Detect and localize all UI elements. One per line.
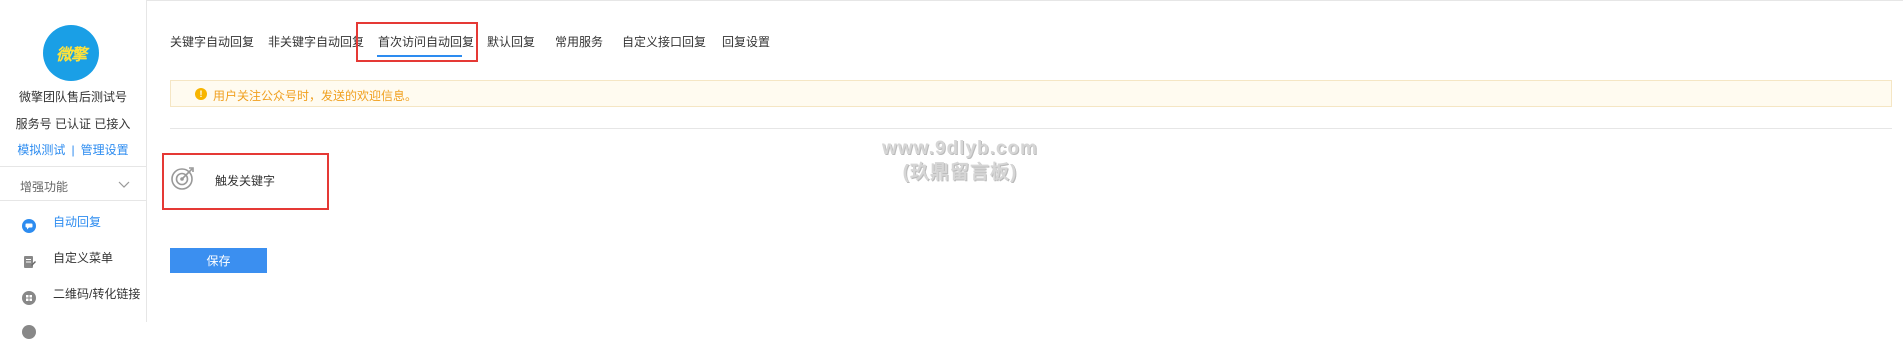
watermark: www.9dlyb.com (玖鼎留言板) [860, 137, 1060, 185]
watermark-line-2: (玖鼎留言板) [902, 162, 1018, 183]
sidebar-item-custom-menu[interactable]: 自定义菜单 [0, 244, 146, 272]
chevron-down-icon [118, 178, 130, 192]
sidebar: 微擎 微擎团队售后测试号 服务号 已认证 已接入 模拟测试 | 管理设置 增强功能 … [0, 0, 147, 339]
document-edit-icon [22, 251, 36, 268]
sidebar-item-auto-reply[interactable]: 自动回复 [0, 208, 146, 236]
sidebar-item-more[interactable] [0, 314, 146, 342]
more-icon [22, 321, 36, 339]
tab-keyword-reply[interactable]: 关键字自动回复 [170, 33, 254, 50]
qrcode-icon [22, 287, 36, 305]
account-links: 模拟测试 | 管理设置 [0, 141, 146, 158]
content-divider [170, 128, 1892, 129]
top-border [0, 0, 1903, 1]
logo-text: 微擎 [55, 47, 87, 64]
warning-icon: ! [195, 88, 207, 100]
tab-default-reply[interactable]: 默认回复 [487, 33, 535, 50]
link-separator: | [71, 143, 75, 157]
account-logo: 微擎 [43, 25, 99, 81]
chat-bubble-icon [22, 215, 36, 233]
account-name: 微擎团队售后测试号 [18, 90, 127, 104]
notice-text: 用户关注公众号时，发送的欢迎信息。 [213, 89, 418, 103]
section-title: 增强功能 [20, 180, 69, 194]
sidebar-item-qrcode[interactable]: 二维码/转化链接 [0, 280, 146, 308]
simulate-test-link[interactable]: 模拟测试 [17, 143, 65, 157]
sidebar-item-label: 二维码/转化链接 [53, 287, 141, 301]
tab-common-services[interactable]: 常用服务 [555, 33, 603, 50]
save-button[interactable]: 保存 [170, 248, 267, 273]
tab-custom-api-reply[interactable]: 自定义接口回复 [622, 33, 706, 50]
sidebar-divider [0, 200, 146, 201]
manage-settings-link[interactable]: 管理设置 [81, 143, 129, 157]
account-status: 服务号 已认证 已接入 [15, 117, 131, 131]
tab-reply-settings[interactable]: 回复设置 [722, 33, 770, 50]
sidebar-item-label: 自动回复 [53, 215, 102, 229]
sidebar-section-enhanced[interactable]: 增强功能 [20, 178, 138, 195]
sidebar-divider [0, 166, 146, 167]
target-icon [170, 165, 196, 191]
tab-non-keyword-reply[interactable]: 非关键字自动回复 [268, 33, 364, 50]
watermark-line-1: www.9dlyb.com [882, 138, 1038, 159]
sidebar-item-label: 自定义菜单 [53, 251, 114, 265]
highlight-box-tab [356, 22, 478, 62]
trigger-keyword-label[interactable]: 触发关键字 [215, 172, 275, 189]
info-notice: ! 用户关注公众号时，发送的欢迎信息。 [170, 80, 1892, 107]
